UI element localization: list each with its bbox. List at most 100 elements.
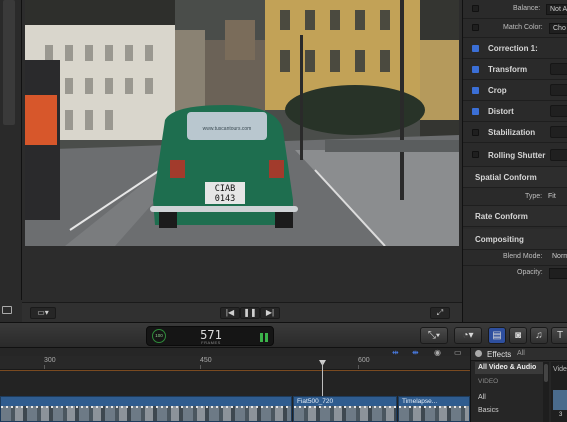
rolling-shutter-control[interactable] bbox=[550, 149, 567, 161]
effects-title: Effects bbox=[487, 350, 512, 359]
transform-control[interactable] bbox=[550, 63, 567, 75]
browser-scrollbar[interactable] bbox=[3, 0, 15, 125]
effects-all-filter[interactable]: All bbox=[517, 350, 525, 357]
rate-conform-section[interactable]: Rate Conform bbox=[463, 206, 567, 227]
viewer-controls: ▭▾ |◀ ❚❚ ▶| ⤢ bbox=[22, 302, 462, 322]
category-all-video-audio[interactable]: All Video & Audio bbox=[475, 362, 543, 374]
fullscreen-button[interactable]: ⤢ bbox=[430, 307, 450, 319]
browser-edge bbox=[0, 0, 22, 300]
browser-edge-bottom bbox=[0, 300, 22, 322]
correction-checkbox[interactable] bbox=[472, 45, 479, 52]
match-color-row: Match Color: Cho bbox=[463, 19, 567, 38]
timeline-ruler[interactable]: 300 450 600 bbox=[0, 356, 470, 370]
stabilization-checkbox[interactable] bbox=[472, 129, 479, 136]
blend-mode-popup[interactable]: Norma bbox=[549, 252, 567, 263]
music-browser-icon[interactable]: ♫ bbox=[530, 327, 548, 344]
effect-thumb-count: 3 bbox=[559, 412, 563, 418]
timecode-unit: FRAMES bbox=[201, 340, 221, 345]
balance-label: Balance: bbox=[513, 5, 541, 12]
transform-row[interactable]: Transform bbox=[463, 59, 567, 80]
timeline-range-line bbox=[0, 370, 470, 371]
dashboard-timecode[interactable]: 100 571 FRAMES bbox=[146, 326, 274, 346]
viewer: www.tuscantours.com CIAB 0143 ▭▾ |◀ ❚❚ ▶… bbox=[22, 0, 462, 322]
transform-label: Transform bbox=[488, 65, 528, 74]
tools-menu-button[interactable]: ⤡▾ bbox=[420, 327, 448, 344]
clip-filmstrip bbox=[294, 406, 396, 421]
audio-meter-icon[interactable] bbox=[260, 331, 268, 342]
clip-timelapse[interactable]: Timelapse... bbox=[398, 396, 470, 422]
spatial-conform-label: Spatial Conform bbox=[475, 173, 537, 182]
rolling-shutter-label: Rolling Shutter bbox=[488, 151, 546, 160]
effect-thumb-label: Vide bbox=[553, 366, 567, 373]
ruler-label: 450 bbox=[200, 357, 212, 364]
inspector-toggle-icon[interactable]: ▤ bbox=[488, 327, 506, 344]
correction-label: Correction 1: bbox=[488, 44, 538, 53]
svg-text:0143: 0143 bbox=[215, 194, 235, 204]
inspector: Balance: Not Ar Match Color: Cho Correct… bbox=[462, 0, 567, 322]
filmstrip-icon[interactable] bbox=[2, 306, 12, 314]
background-tasks-indicator[interactable]: 100 bbox=[152, 329, 166, 343]
spatial-type-row: Type: Fit bbox=[463, 188, 567, 206]
blend-mode-label: Blend Mode: bbox=[503, 253, 543, 260]
blend-mode-row: Blend Mode: Norma bbox=[463, 250, 567, 266]
opacity-row: Opacity: bbox=[463, 266, 567, 282]
spatial-conform-section[interactable]: Spatial Conform bbox=[463, 167, 567, 188]
photo-browser-icon[interactable]: ◙ bbox=[509, 327, 527, 344]
clip-title: Timelapse... bbox=[402, 398, 438, 405]
correction-row[interactable]: Correction 1: bbox=[463, 38, 567, 59]
titles-browser-icon[interactable]: T bbox=[551, 327, 567, 344]
ruler-label: 300 bbox=[44, 357, 56, 364]
effects-browser: Effects All All Video & Audio VIDEO All … bbox=[470, 348, 567, 422]
pause-button[interactable]: ❚❚ bbox=[240, 307, 260, 319]
previous-frame-button[interactable]: |◀ bbox=[220, 307, 240, 319]
view-options-button[interactable]: ▭▾ bbox=[30, 307, 56, 319]
ruler-label: 600 bbox=[358, 357, 370, 364]
type-popup[interactable]: Fit bbox=[545, 192, 567, 203]
retime-button[interactable]: ◔▾ bbox=[454, 327, 482, 344]
clip-filmstrip bbox=[1, 406, 291, 421]
crop-checkbox[interactable] bbox=[472, 87, 479, 94]
next-frame-button[interactable]: ▶| bbox=[260, 307, 280, 319]
clip-fiat500[interactable]: Fiat500_720 bbox=[293, 396, 397, 422]
video-frame[interactable]: www.tuscantours.com CIAB 0143 bbox=[25, 0, 459, 246]
opacity-label: Opacity: bbox=[517, 269, 543, 276]
match-color-label: Match Color: bbox=[503, 24, 543, 31]
timeline-header: ⇹ ⇼ ◉ ▭ bbox=[0, 348, 470, 357]
stabilization-row[interactable]: Stabilization bbox=[463, 122, 567, 143]
effects-category-list: All Video & Audio VIDEO All Basics bbox=[475, 362, 543, 422]
clip-title: Fiat500_720 bbox=[297, 398, 334, 405]
balance-value[interactable]: Not Ar bbox=[546, 4, 567, 15]
match-color-checkbox[interactable] bbox=[472, 24, 479, 31]
rate-conform-label: Rate Conform bbox=[475, 212, 528, 221]
stabilization-control[interactable] bbox=[550, 126, 567, 138]
category-header-video: VIDEO bbox=[478, 378, 499, 385]
opacity-field[interactable] bbox=[549, 268, 567, 279]
category-all[interactable]: All bbox=[475, 392, 543, 404]
compositing-label: Compositing bbox=[475, 235, 524, 244]
effects-scrollbar[interactable] bbox=[543, 362, 549, 422]
toolbar: 100 571 FRAMES ⤡▾ ◔▾ ▤ ◙ ♫ T bbox=[0, 322, 567, 348]
transform-checkbox[interactable] bbox=[472, 66, 479, 73]
balance-checkbox[interactable] bbox=[472, 5, 479, 12]
type-label: Type: bbox=[525, 193, 543, 200]
balance-row: Balance: Not Ar bbox=[463, 0, 567, 19]
stabilization-label: Stabilization bbox=[488, 128, 536, 137]
distort-checkbox[interactable] bbox=[472, 108, 479, 115]
distort-control[interactable] bbox=[550, 105, 567, 117]
rolling-shutter-row[interactable]: Rolling Shutter bbox=[463, 143, 567, 167]
compositing-section[interactable]: Compositing bbox=[463, 229, 567, 250]
clip-filmstrip bbox=[399, 406, 469, 421]
distort-row[interactable]: Distort bbox=[463, 101, 567, 122]
crop-row[interactable]: Crop bbox=[463, 80, 567, 101]
crop-label: Crop bbox=[488, 86, 507, 95]
crop-control[interactable] bbox=[550, 84, 567, 96]
effect-thumbnail[interactable]: Vide 3 bbox=[551, 362, 567, 422]
effects-icon bbox=[475, 350, 482, 357]
match-color-button[interactable]: Cho bbox=[549, 23, 567, 34]
distort-label: Distort bbox=[488, 107, 514, 116]
car-window-text: www.tuscantours.com bbox=[203, 126, 252, 132]
rolling-shutter-checkbox[interactable] bbox=[472, 151, 479, 158]
category-basics[interactable]: Basics bbox=[475, 405, 543, 417]
green-fiat-car: www.tuscantours.com bbox=[150, 105, 298, 228]
clip-1[interactable] bbox=[0, 396, 292, 422]
